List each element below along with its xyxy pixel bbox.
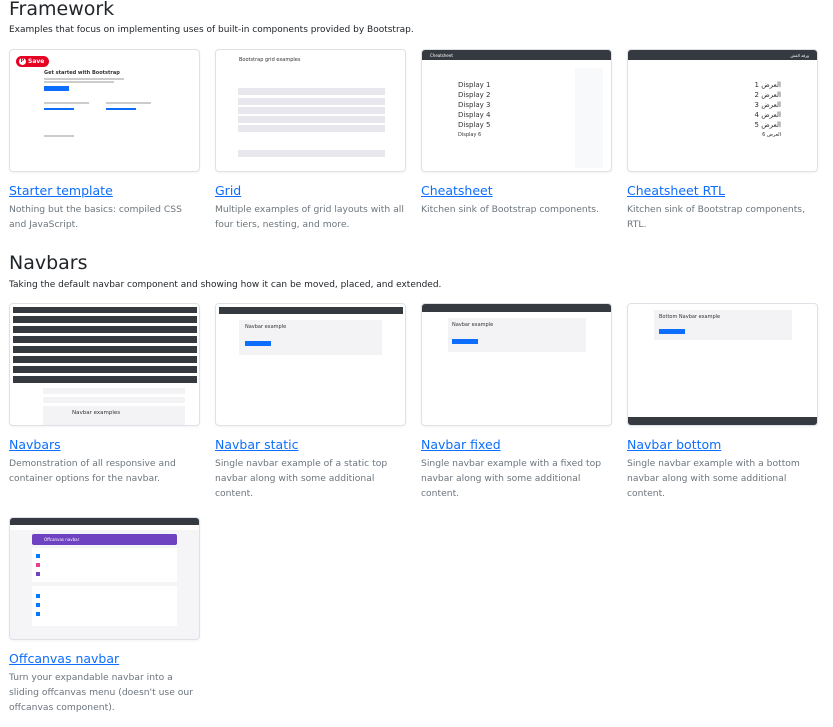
- example-card-offcanvas-navbar: Offcanvas navbar Offcanvas navbar Turn y…: [9, 517, 200, 715]
- example-description: Kitchen sink of Bootstrap components, RT…: [627, 204, 806, 230]
- example-link[interactable]: Cheatsheet: [421, 183, 612, 198]
- example-card-starter-template: P Save Get started with Bootstrap Starte…: [9, 49, 200, 232]
- thumbnail[interactable]: P Save Get started with Bootstrap: [9, 49, 200, 172]
- example-description: Single navbar example of a static top na…: [215, 458, 388, 499]
- thumb-text: العرض 1: [754, 81, 781, 89]
- thumb-text: العرض 6: [762, 132, 781, 138]
- thumb-heading: Get started with Bootstrap: [44, 70, 120, 76]
- thumb-heading: Bottom Navbar example: [659, 314, 721, 320]
- example-card-navbars: Navbar examples Navbars Demonstration of…: [9, 303, 200, 486]
- example-link[interactable]: Navbar fixed: [421, 437, 612, 452]
- section-description: Taking the default navbar component and …: [9, 280, 442, 290]
- thumbnail[interactable]: Bottom Navbar example: [627, 303, 818, 426]
- example-card-cheatsheet: Cheatsheet Display 1 Display 2 Display 3…: [421, 49, 612, 217]
- example-description: Kitchen sink of Bootstrap components.: [421, 204, 600, 215]
- thumb-text: Display 5: [458, 121, 491, 129]
- section-title-framework: Framework: [9, 0, 115, 20]
- pinterest-icon: P: [19, 58, 26, 65]
- example-description: Multiple examples of grid layouts with a…: [215, 204, 404, 230]
- thumb-text: Display 1: [458, 81, 491, 89]
- thumb-text: العرض 3: [754, 101, 781, 109]
- example-description: Turn your expandable navbar into a slidi…: [9, 672, 194, 713]
- thumbnail[interactable]: Navbar example: [215, 303, 406, 426]
- pinterest-save-button[interactable]: P Save: [16, 56, 50, 67]
- thumb-text: العرض 4: [754, 111, 781, 119]
- section-description: Examples that focus on implementing uses…: [9, 25, 414, 35]
- example-link[interactable]: Navbar static: [215, 437, 406, 452]
- thumb-text: Display 6: [458, 132, 482, 138]
- thumb-heading: Bootstrap grid examples: [239, 57, 301, 63]
- thumbnail[interactable]: Cheatsheet Display 1 Display 2 Display 3…: [421, 49, 612, 172]
- thumb-heading: Cheatsheet: [430, 53, 453, 58]
- example-card-grid: Bootstrap grid examples Grid Multiple ex…: [215, 49, 406, 232]
- example-link[interactable]: Offcanvas navbar: [9, 651, 200, 666]
- example-link[interactable]: Navbar bottom: [627, 437, 818, 452]
- thumb-text: العرض 5: [754, 121, 781, 129]
- thumbnail[interactable]: ورقة الغش العرض 1 العرض 2 العرض 3 العرض …: [627, 49, 818, 172]
- thumb-text: Display 2: [458, 91, 491, 99]
- thumb-heading: Offcanvas navbar: [44, 537, 80, 542]
- example-description: Single navbar example with a bottom navb…: [627, 458, 800, 499]
- thumb-text: العرض 2: [754, 91, 781, 99]
- thumb-heading: Navbar example: [452, 322, 494, 328]
- example-link[interactable]: Cheatsheet RTL: [627, 183, 818, 198]
- example-link[interactable]: Navbars: [9, 437, 200, 452]
- example-link[interactable]: Grid: [215, 183, 406, 198]
- example-card-navbar-static: Navbar example Navbar static Single navb…: [215, 303, 406, 501]
- thumb-text: Display 4: [458, 111, 491, 119]
- thumbnail[interactable]: Bootstrap grid examples: [215, 49, 406, 172]
- example-card-navbar-fixed: Navbar example Navbar fixed Single navba…: [421, 303, 612, 501]
- section-title-navbars: Navbars: [9, 252, 88, 274]
- example-description: Nothing but the basics: compiled CSS and…: [9, 204, 182, 230]
- save-label: Save: [28, 58, 45, 65]
- example-description: Single navbar example with a fixed top n…: [421, 458, 602, 499]
- thumb-heading: ورقة الغش: [790, 53, 809, 58]
- thumbnail[interactable]: Navbar examples: [9, 303, 200, 426]
- thumbnail[interactable]: Navbar example: [421, 303, 612, 426]
- example-description: Demonstration of all responsive and cont…: [9, 458, 176, 484]
- thumbnail[interactable]: Offcanvas navbar: [9, 517, 200, 640]
- thumb-text: Display 3: [458, 101, 491, 109]
- example-link[interactable]: Starter template: [9, 183, 200, 198]
- thumb-heading: Navbar example: [245, 324, 287, 330]
- example-card-navbar-bottom: Bottom Navbar example Navbar bottom Sing…: [627, 303, 818, 501]
- thumb-heading: Navbar examples: [72, 410, 121, 416]
- example-card-cheatsheet-rtl: ورقة الغش العرض 1 العرض 2 العرض 3 العرض …: [627, 49, 818, 232]
